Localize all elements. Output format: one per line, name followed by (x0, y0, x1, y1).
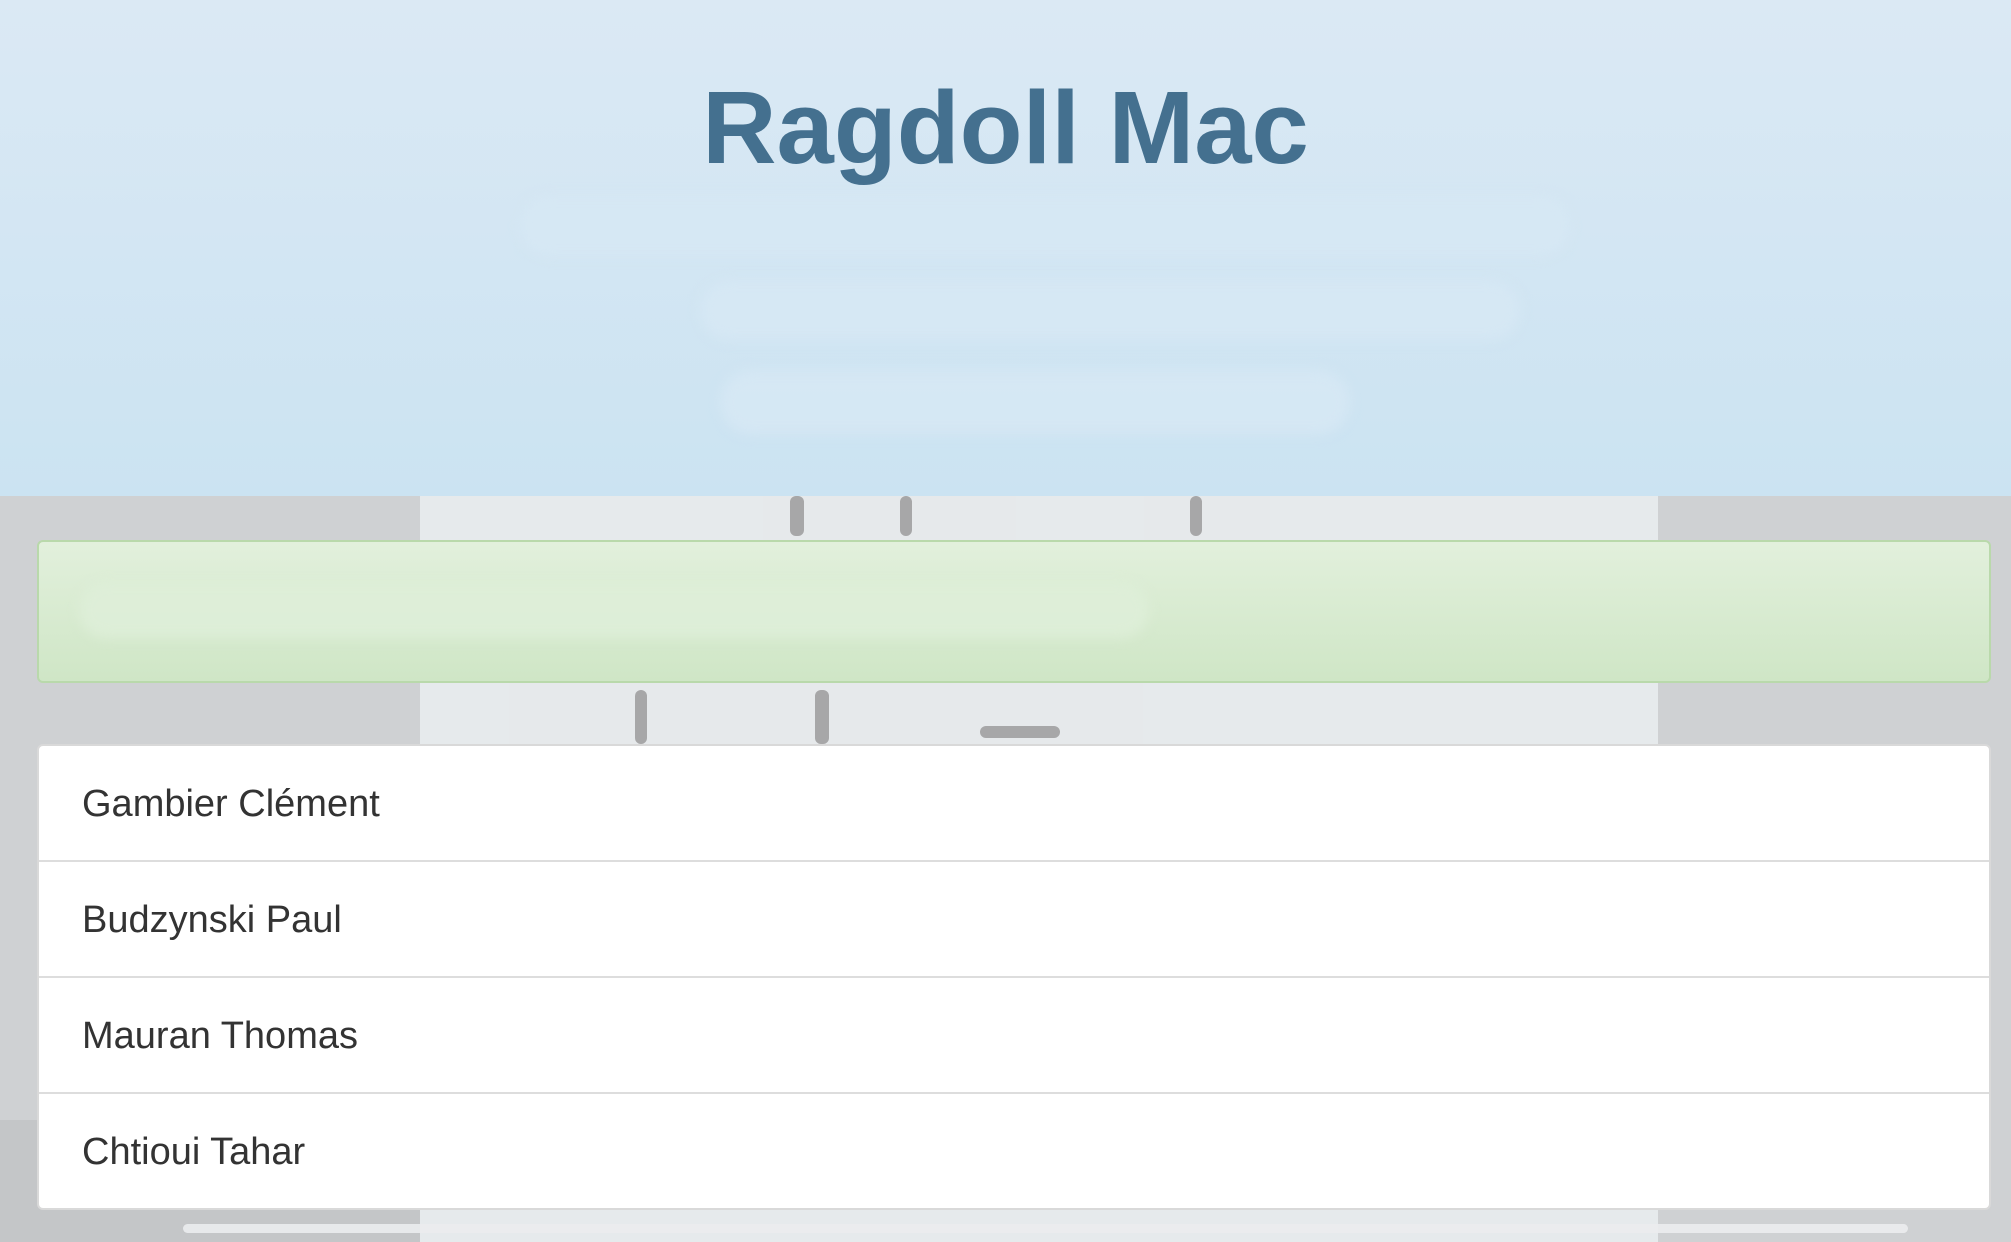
horizontal-scrollbar[interactable] (183, 1224, 1908, 1233)
blurred-subtitle (520, 196, 1570, 256)
blurred-alert-text (79, 582, 1149, 638)
page-title: Ragdoll Mac (702, 70, 1309, 185)
success-alert (37, 540, 1991, 683)
blurred-subtitle-line-2 (700, 280, 1520, 340)
list-item[interactable]: Gambier Clément (39, 746, 1989, 862)
blurred-subtitle-line-3 (720, 370, 1350, 434)
member-list: Gambier Clément Budzynski Paul Mauran Th… (37, 744, 1991, 1210)
list-item[interactable]: Chtioui Tahar (39, 1094, 1989, 1208)
list-item[interactable]: Budzynski Paul (39, 862, 1989, 978)
list-item[interactable]: Mauran Thomas (39, 978, 1989, 1094)
page-header: Ragdoll Mac (0, 0, 2011, 496)
